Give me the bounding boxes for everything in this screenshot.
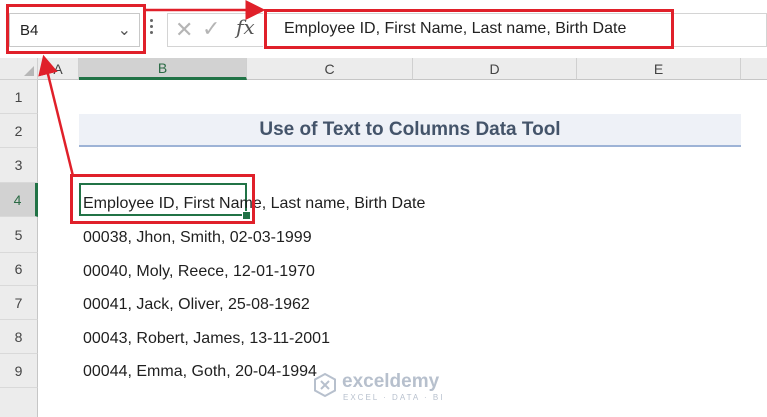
insert-function-icon[interactable]: fx <box>236 15 255 39</box>
row-header-7[interactable]: 7 <box>0 286 38 320</box>
row-header-6[interactable]: 6 <box>0 253 38 286</box>
column-header-b[interactable]: B <box>79 58 247 80</box>
select-all-button[interactable] <box>0 58 38 80</box>
watermark-name: exceldemy <box>342 371 440 392</box>
column-header-a[interactable]: A <box>38 58 79 80</box>
cell-b7[interactable]: 00041, Jack, Oliver, 25-08-1962 <box>83 296 310 314</box>
row-header-2[interactable]: 2 <box>0 114 38 148</box>
check-icon[interactable]: ✓ <box>202 16 220 42</box>
column-header-f[interactable] <box>741 58 767 80</box>
cell-b6[interactable]: 00040, Moly, Reece, 12-01-1970 <box>83 263 315 281</box>
name-box-highlight <box>6 4 146 54</box>
row-header-5[interactable]: 5 <box>0 217 38 253</box>
exceldemy-logo-icon <box>314 372 336 398</box>
row-header-4[interactable]: 4 <box>0 183 38 217</box>
row-header-1[interactable]: 1 <box>0 80 38 114</box>
row-header-10[interactable] <box>0 388 38 417</box>
formula-highlight <box>264 9 674 49</box>
cancel-icon[interactable]: ✕ <box>175 17 193 43</box>
sheet-title[interactable]: Use of Text to Columns Data Tool <box>79 114 741 147</box>
column-header-e[interactable]: E <box>577 58 741 80</box>
row-header-8[interactable]: 8 <box>0 320 38 354</box>
cell-b9[interactable]: 00044, Emma, Goth, 20-04-1994 <box>83 363 317 381</box>
cell-highlight <box>70 174 255 224</box>
watermark-tagline: EXCEL · DATA · BI <box>343 393 445 402</box>
column-header-d[interactable]: D <box>413 58 577 80</box>
exceldemy-watermark: exceldemy EXCEL · DATA · BI <box>312 368 472 408</box>
column-header-c[interactable]: C <box>247 58 413 80</box>
cell-b8[interactable]: 00043, Robert, James, 13-11-2001 <box>83 330 330 348</box>
row-header-9[interactable]: 9 <box>0 354 38 388</box>
row-header-3[interactable]: 3 <box>0 148 38 183</box>
more-options-icon[interactable] <box>150 19 154 35</box>
cell-b5[interactable]: 00038, Jhon, Smith, 02-03-1999 <box>83 229 312 247</box>
